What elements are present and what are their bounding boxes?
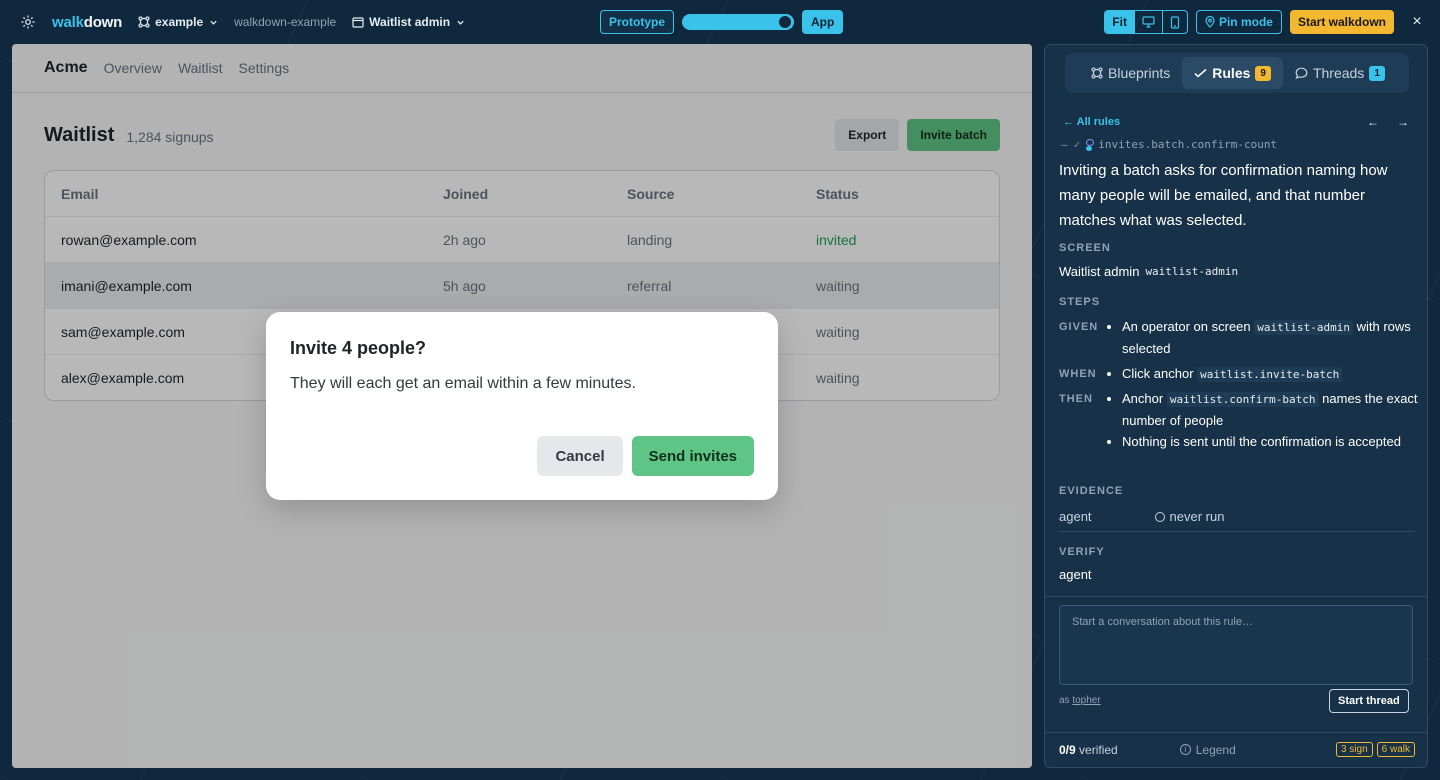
then-item: Anchor waitlist.confirm-batch names the … (1122, 388, 1422, 431)
legend-button[interactable]: i Legend (1179, 743, 1236, 757)
blueprint-icon (1091, 67, 1103, 79)
thread-input[interactable]: Start a conversation about this rule… (1059, 605, 1413, 685)
rules-panel: Blueprints Rules 9 Threads 1 ← All rules… (1044, 44, 1428, 768)
rule-navigation: ← All rules ← → (1063, 115, 1409, 129)
confirm-invite-dialog: Invite 4 people? They will each get an e… (266, 312, 778, 500)
panel-tabs: Blueprints Rules 9 Threads 1 (1065, 53, 1409, 93)
info-icon: i (1179, 744, 1191, 755)
screen-section-label: SCREEN (1059, 242, 1111, 254)
arrow-right-icon[interactable]: → (1397, 115, 1409, 129)
top-bar: walkdown example walkdown-example Waitli… (0, 0, 1440, 44)
verified-summary: 0/9 verified (1059, 742, 1118, 757)
close-icon[interactable]: × (1410, 13, 1424, 31)
send-invites-button[interactable]: Send invites (631, 436, 754, 476)
steps-section-label: STEPS (1059, 296, 1101, 308)
tab-blueprints[interactable]: Blueprints (1079, 57, 1182, 89)
blueprint-icon (138, 16, 150, 28)
pin-mode-label: Pin mode (1218, 15, 1273, 29)
verify-value: agent (1059, 567, 1092, 582)
count-chips: 3 sign 6 walk (1335, 742, 1415, 757)
repo-name: walkdown-example (234, 15, 337, 29)
dialog-body: They will each get an email within a few… (290, 375, 636, 392)
then-label: THEN (1059, 393, 1093, 405)
step-when: WHEN Click anchor waitlist.invite-batch (1059, 363, 1422, 385)
prototype-button[interactable]: Prototype (600, 10, 675, 34)
cancel-button[interactable]: Cancel (537, 436, 623, 476)
fit-button[interactable]: Fit (1105, 11, 1135, 33)
step-given: GIVEN An operator on screen waitlist-adm… (1059, 316, 1422, 359)
divider (1045, 596, 1427, 597)
mode-toggle[interactable] (682, 14, 795, 30)
then-item: Nothing is sent until the confirmation i… (1122, 431, 1422, 452)
tab-label: Rules (1212, 65, 1251, 81)
author-line: as topher (1059, 695, 1101, 706)
chevron-down-icon (457, 20, 464, 25)
mode-switch: Prototype App (600, 10, 844, 34)
mobile-icon (1170, 15, 1180, 29)
given-label: GIVEN (1059, 321, 1099, 333)
start-thread-button[interactable]: Start thread (1329, 689, 1409, 713)
mobile-view-button[interactable] (1163, 11, 1187, 33)
arrow-left-icon[interactable]: ← (1367, 115, 1379, 129)
tab-threads[interactable]: Threads 1 (1283, 57, 1397, 89)
tab-label: Threads (1312, 65, 1365, 81)
app-preview: Acme Overview Waitlist Settings Waitlist… (12, 44, 1032, 768)
check-icon (1194, 68, 1207, 78)
given-list: An operator on screen waitlist-admin wit… (1122, 316, 1422, 359)
project-selector[interactable]: example (138, 15, 218, 29)
then-list: Anchor waitlist.confirm-batch names the … (1122, 388, 1422, 452)
viewport-controls: Fit Pin mode Start walkdown × (1104, 10, 1424, 34)
dialog-title: Invite 4 people? (290, 338, 427, 358)
panel-footer: 0/9 verified i Legend 3 sign 6 walk (1059, 742, 1415, 757)
app-button[interactable]: App (802, 10, 844, 34)
tab-label: Blueprints (1108, 65, 1171, 81)
rule-pager: ← → (1367, 115, 1409, 129)
viewport-segment: Fit (1104, 10, 1188, 34)
tab-rules[interactable]: Rules 9 (1182, 57, 1283, 89)
threads-count-badge: 1 (1369, 65, 1385, 81)
screen-name: Waitlist admin (1059, 264, 1140, 279)
rule-description: Inviting a batch asks for confirmation n… (1059, 162, 1388, 229)
screen-value: Waitlist admin waitlist-admin (1059, 264, 1238, 279)
check-icon: ✓ (1073, 138, 1081, 151)
brand-logo: walkdown (52, 13, 123, 31)
when-label: WHEN (1059, 368, 1097, 380)
sign-count-chip: 3 sign (1335, 742, 1373, 757)
evidence-status: never run (1154, 509, 1224, 524)
rule-id-text: invites.batch.confirm-count (1098, 138, 1278, 151)
dialog-actions: Cancel Send invites (537, 436, 754, 476)
gear-icon[interactable] (20, 14, 36, 30)
screen-selector[interactable]: Waitlist admin (352, 15, 465, 29)
divider (1045, 732, 1427, 733)
rules-count-badge: 9 (1255, 65, 1271, 81)
desktop-icon (1142, 16, 1155, 28)
pin-mode-button[interactable]: Pin mode (1195, 10, 1282, 34)
verify-section-label: VERIFY (1059, 546, 1105, 558)
status-ring-icon (1154, 511, 1165, 522)
all-rules-link[interactable]: ← All rules (1063, 116, 1120, 128)
screen-id: waitlist-admin (1145, 265, 1239, 278)
desktop-view-button[interactable] (1135, 11, 1163, 33)
evidence-row: agent never run (1059, 509, 1415, 532)
chat-icon (1295, 67, 1308, 79)
step-then: THEN Anchor waitlist.confirm-batch names… (1059, 388, 1422, 452)
evidence-source: agent (1059, 509, 1092, 524)
toggle-knob (779, 16, 792, 28)
project-name: example (155, 15, 204, 29)
when-list: Click anchor waitlist.invite-batch (1122, 363, 1422, 385)
when-item: Click anchor waitlist.invite-batch (1122, 363, 1422, 385)
author-link[interactable]: topher (1072, 695, 1100, 706)
status-dots-icon (1086, 138, 1095, 151)
walk-count-chip: 6 walk (1376, 742, 1415, 757)
start-walkdown-button[interactable]: Start walkdown (1289, 10, 1394, 34)
window-icon (352, 16, 364, 28)
pin-icon (1205, 16, 1215, 28)
screen-name: Waitlist admin (369, 15, 451, 29)
given-item: An operator on screen waitlist-admin wit… (1122, 316, 1422, 359)
rule-identifier: – ✓ invites.batch.confirm-count (1061, 138, 1277, 151)
evidence-section-label: EVIDENCE (1059, 485, 1124, 497)
chevron-down-icon (210, 20, 217, 25)
dash-icon: – (1061, 138, 1068, 151)
